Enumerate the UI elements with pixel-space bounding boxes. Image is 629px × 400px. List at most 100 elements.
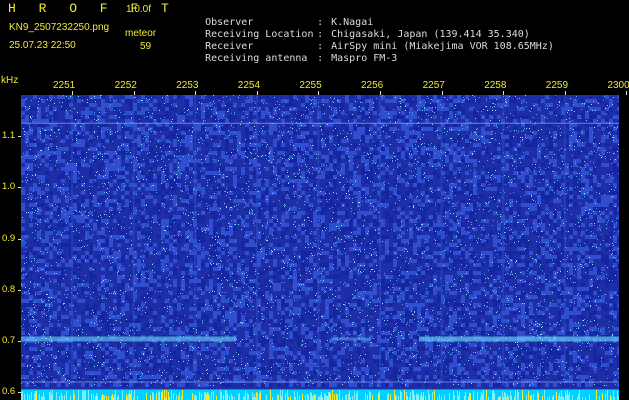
noise-cell	[489, 271, 493, 275]
noise-cell	[197, 319, 201, 323]
noise-cell	[505, 275, 509, 279]
noise-cell	[73, 155, 77, 159]
noise-cell	[569, 251, 573, 255]
noise-cell	[53, 139, 57, 143]
noise-cell	[273, 127, 277, 131]
noise-cell	[109, 203, 113, 207]
noise-cell	[581, 223, 585, 227]
noise-cell	[525, 155, 529, 159]
noise-cell	[597, 275, 601, 279]
noise-cell	[269, 175, 273, 179]
noise-cell	[353, 219, 357, 223]
noise-cell	[221, 295, 225, 299]
noise-cell	[329, 163, 333, 167]
noise-cell	[481, 275, 485, 279]
noise-cell	[585, 203, 589, 207]
noise-cell	[521, 279, 525, 283]
noise-cell	[365, 111, 369, 115]
noise-cell	[369, 235, 373, 239]
noise-cell	[437, 327, 441, 331]
noise-cell	[109, 135, 113, 139]
noise-cell	[197, 327, 201, 331]
noise-cell	[277, 175, 281, 179]
noise-cell	[197, 307, 201, 311]
noise-cell	[209, 219, 213, 223]
noise-cell	[177, 223, 181, 227]
noise-cell	[89, 327, 93, 331]
noise-cell	[57, 199, 61, 203]
noise-cell	[445, 107, 449, 111]
noise-cell	[197, 127, 201, 131]
noise-cell	[305, 187, 309, 191]
noise-cell	[573, 251, 577, 255]
noise-cell	[365, 219, 369, 223]
noise-cell	[349, 167, 353, 171]
noise-cell	[117, 299, 121, 303]
noise-cell	[333, 315, 337, 319]
noise-cell	[61, 175, 65, 179]
noise-cell	[157, 327, 161, 331]
noise-cell	[477, 135, 481, 139]
noise-cell	[101, 111, 105, 115]
noise-cell	[153, 323, 157, 327]
noise-cell	[305, 291, 309, 295]
noise-cell	[549, 167, 553, 171]
noise-cell	[333, 227, 337, 231]
noise-cell	[77, 207, 81, 211]
noise-cell	[273, 267, 277, 271]
noise-cell	[265, 255, 269, 259]
noise-cell	[221, 103, 225, 107]
noise-cell	[93, 211, 97, 215]
noise-cell	[585, 239, 589, 243]
noise-cell	[233, 331, 237, 335]
noise-cell	[397, 335, 401, 339]
noise-cell	[289, 335, 293, 339]
noise-cell	[285, 303, 289, 307]
noise-cell	[145, 323, 149, 327]
noise-cell	[189, 187, 193, 191]
noise-cell	[181, 331, 185, 335]
noise-cell	[409, 335, 413, 339]
noise-cell	[533, 287, 537, 291]
noise-cell	[61, 271, 65, 275]
noise-cell	[509, 211, 513, 215]
noise-cell	[85, 103, 89, 107]
noise-cell	[437, 267, 441, 271]
noise-cell	[513, 183, 517, 187]
noise-cell	[605, 307, 609, 311]
noise-cell	[465, 179, 469, 183]
noise-cell	[381, 219, 385, 223]
noise-cell	[573, 323, 577, 327]
noise-cell	[29, 139, 33, 143]
noise-cell	[89, 211, 93, 215]
noise-cell	[601, 199, 605, 203]
noise-cell	[105, 155, 109, 159]
noise-cell	[325, 271, 329, 275]
noise-cell	[293, 131, 297, 135]
noise-cell	[169, 163, 173, 167]
noise-cell	[109, 155, 113, 159]
noise-cell	[453, 155, 457, 159]
noise-cell	[301, 99, 305, 103]
noise-cell	[153, 115, 157, 119]
noise-cell	[169, 271, 173, 275]
noise-cell	[457, 247, 461, 251]
noise-cell	[541, 279, 545, 283]
noise-cell	[297, 111, 301, 115]
noise-cell	[577, 143, 581, 147]
noise-cell	[445, 175, 449, 179]
noise-cell	[333, 251, 337, 255]
noise-cell	[369, 275, 373, 279]
noise-cell	[149, 175, 153, 179]
noise-cell	[209, 207, 213, 211]
noise-cell	[33, 187, 37, 191]
noise-cell	[617, 231, 619, 235]
noise-cell	[341, 195, 345, 199]
noise-cell	[161, 175, 165, 179]
noise-cell	[309, 215, 313, 219]
noise-cell	[417, 215, 421, 219]
noise-cell	[457, 135, 461, 139]
noise-cell	[477, 151, 481, 155]
noise-cell	[401, 279, 405, 283]
noise-cell	[65, 331, 69, 335]
